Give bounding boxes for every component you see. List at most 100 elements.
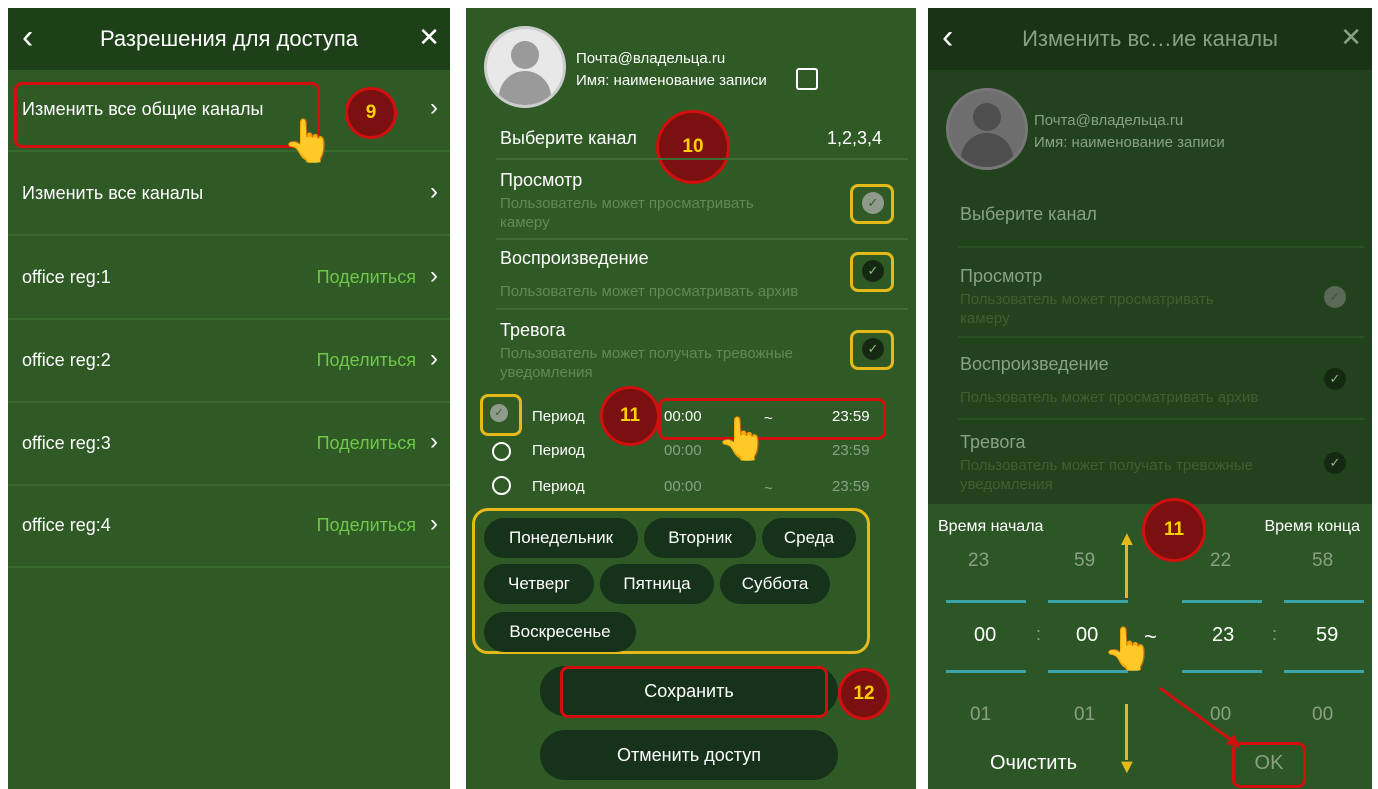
chevron-right-icon: › bbox=[430, 345, 438, 372]
start-minute[interactable]: 00 bbox=[1076, 624, 1098, 647]
start-hour-prev[interactable]: 23 bbox=[968, 550, 989, 572]
period-2-label: Период bbox=[532, 442, 585, 459]
arrow-up-icon: ▲ bbox=[1117, 528, 1137, 550]
checkbox-alarm[interactable]: ✓ bbox=[862, 338, 884, 360]
row-channel-3[interactable]: office reg:3 Поделиться › bbox=[8, 404, 450, 486]
day-monday[interactable]: Понедельник bbox=[484, 518, 638, 558]
time-picker: Время начала Время конца 11 23 59 22 58 … bbox=[928, 498, 1372, 789]
edit-icon[interactable] bbox=[796, 68, 818, 90]
step-badge: 9 bbox=[345, 87, 397, 139]
period-2-start[interactable]: 00:00 bbox=[664, 442, 702, 459]
avatar bbox=[946, 88, 1028, 170]
row-channel-2[interactable]: office reg:2 Поделиться › bbox=[8, 321, 450, 403]
close-icon[interactable]: ✕ bbox=[418, 22, 440, 53]
start-minute-prev[interactable]: 59 bbox=[1074, 550, 1095, 572]
close-icon[interactable]: ✕ bbox=[1340, 22, 1362, 53]
period-3-start[interactable]: 00:00 bbox=[664, 478, 702, 495]
divider bbox=[1182, 670, 1262, 673]
share-link[interactable]: Поделиться bbox=[317, 515, 416, 536]
end-time-label: Время конца bbox=[1264, 518, 1360, 535]
share-link[interactable]: Поделиться bbox=[317, 350, 416, 371]
checkbox-playback[interactable]: ✓ bbox=[862, 260, 884, 282]
time-colon: : bbox=[1272, 624, 1278, 644]
arrow-down-icon: ▼ bbox=[1117, 756, 1137, 778]
day-saturday[interactable]: Суббота bbox=[720, 564, 830, 604]
select-channel-label[interactable]: Выберите канал bbox=[500, 128, 637, 149]
end-minute[interactable]: 59 bbox=[1316, 624, 1338, 647]
start-hour-next[interactable]: 01 bbox=[970, 704, 991, 726]
divider bbox=[1284, 670, 1364, 673]
perm-playback-sub: Пользователь может просматривать архив bbox=[960, 389, 1259, 406]
row-channel-1[interactable]: office reg:1 Поделиться › bbox=[8, 238, 450, 320]
record-name: Имя: наименование записи bbox=[1034, 134, 1225, 151]
step-badge: 11 bbox=[600, 386, 660, 446]
select-channel-label[interactable]: Выберите канал bbox=[960, 204, 1097, 225]
chevron-right-icon: › bbox=[430, 262, 438, 289]
period-3-sep: ~ bbox=[764, 480, 773, 497]
row-label: Изменить все каналы bbox=[22, 183, 204, 203]
highlight-box bbox=[14, 82, 320, 148]
checkbox-playback[interactable]: ✓ bbox=[1324, 368, 1346, 390]
day-tuesday[interactable]: Вторник bbox=[644, 518, 756, 558]
row-label: office reg:3 bbox=[22, 433, 111, 453]
perm-view-sub: Пользователь может просматривать камеру bbox=[960, 291, 1214, 327]
period-3-end[interactable]: 23:59 bbox=[832, 478, 870, 495]
end-hour-prev[interactable]: 22 bbox=[1210, 550, 1231, 572]
checkbox-alarm[interactable]: ✓ bbox=[1324, 452, 1346, 474]
row-label: office reg:2 bbox=[22, 350, 111, 370]
row-channel-4[interactable]: office reg:4 Поделиться › bbox=[8, 486, 450, 568]
header: ‹ Разрешения для доступа ✕ bbox=[8, 8, 450, 70]
end-minute-prev[interactable]: 58 bbox=[1312, 550, 1333, 572]
day-thursday[interactable]: Четверг bbox=[484, 564, 594, 604]
divider bbox=[946, 670, 1026, 673]
period-1-radio[interactable]: ✓ bbox=[490, 404, 508, 422]
start-hour[interactable]: 00 bbox=[974, 624, 996, 647]
perm-view-title: Просмотр bbox=[500, 170, 583, 190]
perm-playback-title: Воспроизведение bbox=[500, 248, 649, 268]
divider bbox=[946, 600, 1026, 603]
share-link[interactable]: Поделиться bbox=[317, 267, 416, 288]
divider bbox=[496, 308, 908, 310]
row-edit-all[interactable]: Изменить все каналы › bbox=[8, 154, 450, 236]
chevron-right-icon: › bbox=[430, 428, 438, 455]
chevron-right-icon: › bbox=[430, 94, 438, 121]
start-minute-next[interactable]: 01 bbox=[1074, 704, 1095, 726]
red-arrow-icon bbox=[1159, 686, 1240, 748]
step-badge: 10 bbox=[656, 110, 730, 184]
scroll-down-arrow-icon bbox=[1125, 704, 1128, 760]
period-2-end[interactable]: 23:59 bbox=[832, 442, 870, 459]
step-badge: 11 bbox=[1142, 498, 1206, 562]
period-2-radio[interactable] bbox=[492, 442, 511, 461]
revoke-access-button[interactable]: Отменить доступ bbox=[540, 730, 838, 780]
row-label: office reg:4 bbox=[22, 515, 111, 535]
day-friday[interactable]: Пятница bbox=[600, 564, 714, 604]
perm-playback-sub: Пользователь может просматривать архив bbox=[500, 283, 799, 300]
divider bbox=[958, 336, 1364, 338]
period-1-label: Период bbox=[532, 408, 585, 425]
end-hour[interactable]: 23 bbox=[1212, 624, 1234, 647]
page-title: Разрешения для доступа bbox=[99, 26, 359, 51]
time-picker-screen: ‹ Изменить вс…ие каналы ✕ Почта@владельц… bbox=[928, 8, 1372, 789]
period-3-radio[interactable] bbox=[492, 476, 511, 495]
share-link[interactable]: Поделиться bbox=[317, 433, 416, 454]
edit-permissions-screen: Почта@владельца.ru Имя: наименование зап… bbox=[466, 8, 916, 789]
start-time-label: Время начала bbox=[938, 518, 1044, 535]
divider bbox=[1182, 600, 1262, 603]
divider bbox=[1284, 600, 1364, 603]
clear-button[interactable]: Очистить bbox=[990, 752, 1077, 775]
day-wednesday[interactable]: Среда bbox=[762, 518, 856, 558]
owner-email: Почта@владельца.ru bbox=[1034, 112, 1184, 129]
pointer-hand-icon: 👆 bbox=[1102, 625, 1155, 672]
checkbox-view[interactable]: ✓ bbox=[1324, 286, 1346, 308]
divider bbox=[958, 418, 1364, 420]
highlight-box bbox=[560, 666, 828, 718]
perm-alarm-title: Тревога bbox=[500, 320, 566, 340]
owner-email: Почта@владельца.ru bbox=[576, 50, 726, 67]
channels-value[interactable]: 1,2,3,4 bbox=[827, 128, 882, 149]
end-minute-next[interactable]: 00 bbox=[1312, 704, 1333, 726]
pointer-hand-icon: 👆 bbox=[716, 415, 769, 462]
day-sunday[interactable]: Воскресенье bbox=[484, 612, 636, 652]
checkbox-view[interactable]: ✓ bbox=[862, 192, 884, 214]
highlight-box bbox=[658, 398, 886, 440]
perm-alarm-sub: Пользователь может получать тревожные ув… bbox=[960, 457, 1253, 493]
